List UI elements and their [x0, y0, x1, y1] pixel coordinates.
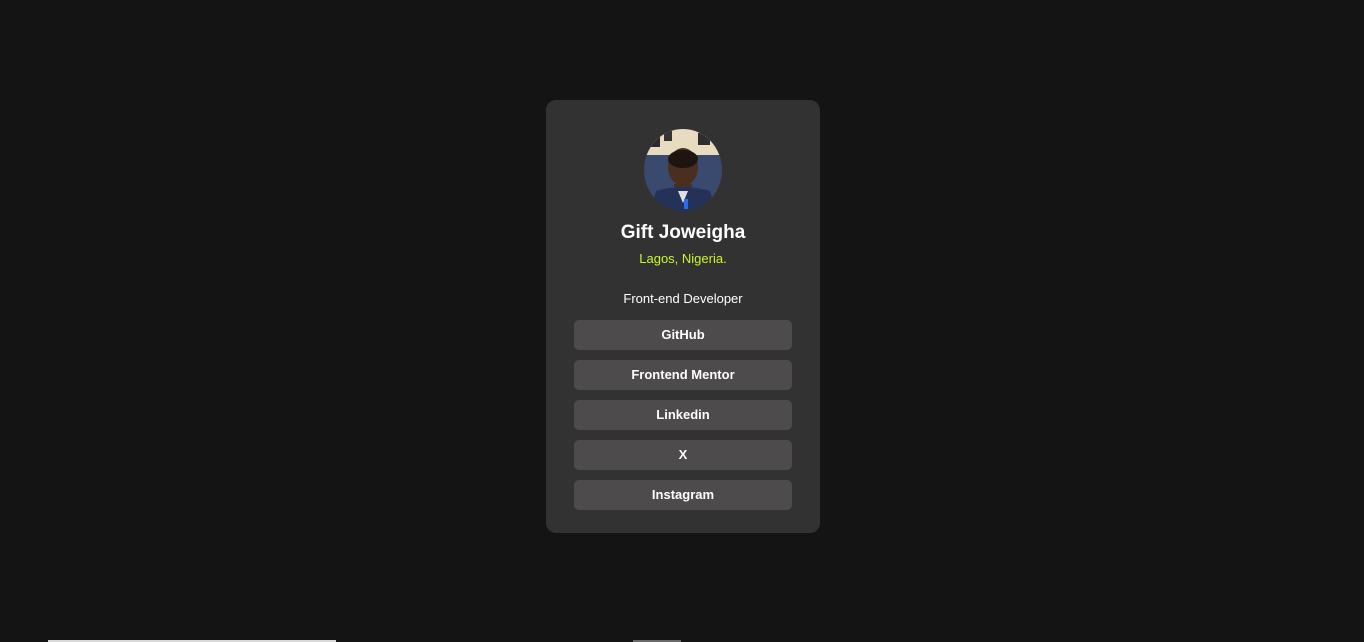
profile-card: Gift Joweigha Lagos, Nigeria. Front-end … — [546, 100, 820, 533]
profile-name: Gift Joweigha — [620, 222, 746, 243]
page: Gift Joweigha Lagos, Nigeria. Front-end … — [0, 0, 1364, 642]
avatar — [644, 129, 722, 211]
instagram-link-button[interactable]: Instagram — [574, 480, 792, 510]
x-link-button[interactable]: X — [574, 440, 792, 470]
frontend-mentor-link-button[interactable]: Frontend Mentor — [574, 360, 792, 390]
profile-bio: Front-end Developer — [623, 291, 743, 306]
linkedin-link-button[interactable]: Linkedin — [574, 400, 792, 430]
profile-photo-icon — [644, 129, 722, 211]
profile-location: Lagos, Nigeria. — [639, 251, 727, 266]
links-list: GitHub Frontend Mentor Linkedin X Instag… — [546, 320, 820, 510]
github-link-button[interactable]: GitHub — [574, 320, 792, 350]
